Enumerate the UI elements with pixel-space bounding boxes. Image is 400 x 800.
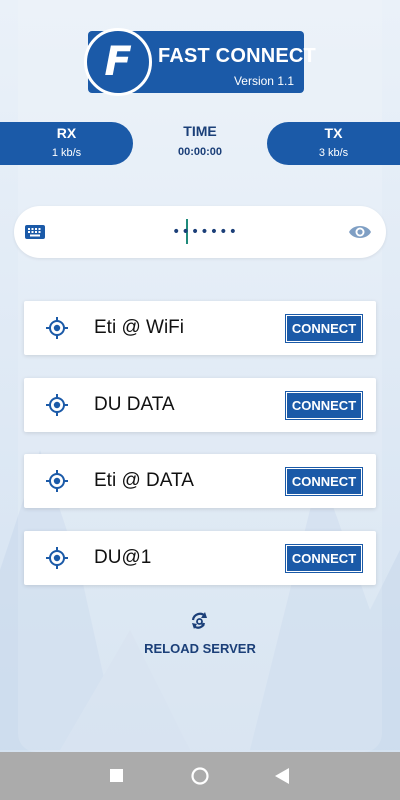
system-nav-bar bbox=[0, 752, 400, 800]
app-version: Version 1.1 bbox=[233, 74, 294, 88]
logo-letter: F bbox=[104, 39, 132, 85]
location-target-icon bbox=[46, 547, 68, 569]
server-item[interactable]: DU DATA CONNECT bbox=[24, 378, 376, 432]
location-target-icon bbox=[46, 394, 68, 416]
app-title: FAST CONNECT bbox=[158, 45, 316, 67]
rx-label: RX bbox=[56, 125, 77, 141]
tx-label: TX bbox=[324, 125, 343, 141]
password-input[interactable] bbox=[172, 218, 322, 246]
reload-server-button[interactable]: RELOAD SERVER bbox=[130, 612, 270, 656]
connect-button[interactable]: CONNECT bbox=[285, 467, 363, 496]
server-name: Eti @ WiFi bbox=[94, 317, 184, 338]
server-item[interactable]: DU@1 CONNECT bbox=[24, 531, 376, 585]
tx-stat: TX 3 kb/s bbox=[267, 122, 400, 165]
time-stat: TIME 00:00:00 bbox=[150, 123, 250, 158]
reload-server-label: RELOAD SERVER bbox=[144, 641, 256, 656]
location-target-icon bbox=[46, 317, 68, 339]
connect-button[interactable]: CONNECT bbox=[285, 544, 363, 573]
rx-stat: RX 1 kb/s bbox=[0, 122, 133, 165]
connect-button[interactable]: CONNECT bbox=[285, 391, 363, 420]
time-label: TIME bbox=[183, 123, 217, 139]
app-logo: F FAST CONNECT Version 1.1 bbox=[84, 28, 316, 96]
location-target-icon bbox=[46, 470, 68, 492]
time-value: 00:00:00 bbox=[177, 146, 223, 158]
back-triangle-icon[interactable] bbox=[275, 768, 289, 784]
eye-icon[interactable] bbox=[348, 222, 372, 242]
home-circle-icon[interactable] bbox=[190, 766, 210, 786]
server-name: DU DATA bbox=[94, 394, 175, 415]
connect-button[interactable]: CONNECT bbox=[285, 314, 363, 343]
server-name: DU@1 bbox=[94, 547, 152, 568]
server-item[interactable]: Eti @ WiFi CONNECT bbox=[24, 301, 376, 355]
recents-square-icon[interactable] bbox=[110, 769, 123, 782]
refresh-search-icon bbox=[191, 612, 207, 629]
keyboard-icon[interactable] bbox=[24, 224, 46, 240]
server-name: Eti @ DATA bbox=[94, 470, 194, 491]
tx-value: 3 kb/s bbox=[318, 147, 349, 159]
rx-value: 1 kb/s bbox=[51, 147, 82, 159]
logo-badge: F bbox=[84, 28, 152, 96]
server-item[interactable]: Eti @ DATA CONNECT bbox=[24, 454, 376, 508]
password-bar bbox=[14, 206, 386, 258]
